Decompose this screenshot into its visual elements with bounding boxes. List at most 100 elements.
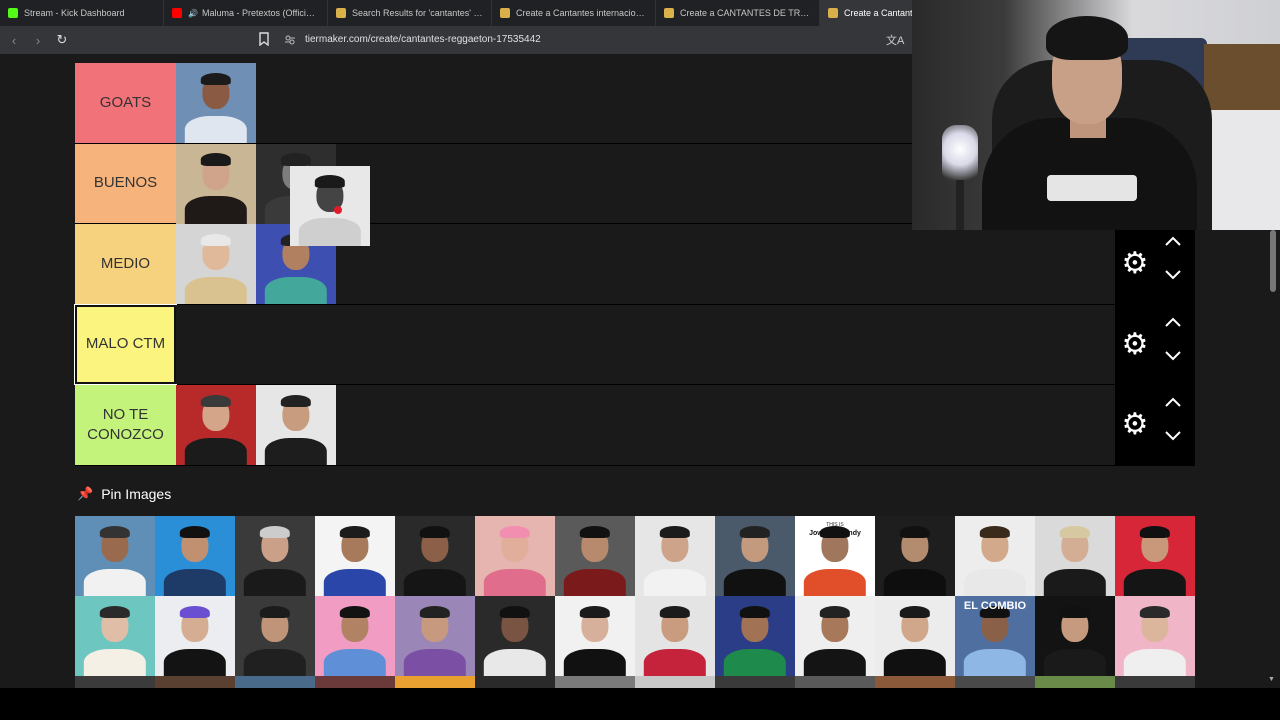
reload-icon[interactable]: ↻ bbox=[52, 30, 72, 50]
pin-image-thumb[interactable] bbox=[315, 596, 395, 676]
pin-image-thumb[interactable] bbox=[875, 516, 955, 596]
pin-image-thumb[interactable] bbox=[555, 516, 635, 596]
pin-image-thumb[interactable] bbox=[235, 596, 315, 676]
pin-image-thumb[interactable] bbox=[795, 676, 875, 688]
pin-image-thumb[interactable]: THIS IS Jowell & Randy bbox=[795, 516, 875, 596]
tier-controls: ⚙ bbox=[1115, 304, 1195, 384]
move-up-icon[interactable] bbox=[1161, 395, 1185, 415]
pin-images-title: Pin Images bbox=[101, 486, 172, 502]
move-up-icon[interactable] bbox=[1161, 315, 1185, 335]
thumb-caption: THIS IS bbox=[826, 522, 844, 528]
tier-label[interactable]: GOATS bbox=[75, 63, 176, 143]
forward-icon[interactable]: › bbox=[28, 30, 48, 50]
pin-image-thumb[interactable] bbox=[795, 596, 875, 676]
pin-image-thumb[interactable] bbox=[475, 516, 555, 596]
pin-image-thumb[interactable] bbox=[875, 596, 955, 676]
move-down-icon[interactable] bbox=[1161, 268, 1185, 288]
bookmark-icon[interactable] bbox=[258, 32, 272, 48]
tier-items[interactable] bbox=[176, 385, 1195, 465]
pin-image-thumb[interactable] bbox=[555, 676, 635, 688]
pin-image-thumb[interactable] bbox=[955, 516, 1035, 596]
artist-thumb[interactable] bbox=[176, 63, 256, 143]
pin-image-thumb[interactable] bbox=[315, 676, 395, 688]
pin-image-thumb[interactable] bbox=[555, 596, 635, 676]
pin-image-thumb[interactable] bbox=[635, 516, 715, 596]
pin-image-thumb[interactable] bbox=[475, 596, 555, 676]
gear-icon[interactable]: ⚙ bbox=[1119, 248, 1151, 280]
gear-icon[interactable]: ⚙ bbox=[1119, 409, 1151, 441]
browser-tab[interactable]: 🔊Maluma - Pretextos (Official Audi bbox=[164, 0, 328, 26]
tiermaker-icon bbox=[664, 8, 674, 18]
pin-image-thumb[interactable] bbox=[1035, 516, 1115, 596]
dragged-artist-thumb[interactable] bbox=[290, 165, 370, 246]
pin-image-thumb[interactable] bbox=[635, 596, 715, 676]
pin-image-thumb[interactable] bbox=[395, 596, 475, 676]
tier-label[interactable]: BUENOS bbox=[75, 143, 176, 223]
back-icon[interactable]: ‹ bbox=[4, 30, 24, 50]
tab-label: Create a CANTANTES DE TRAP Tier L bbox=[680, 8, 811, 18]
pin-image-thumb[interactable] bbox=[395, 516, 475, 596]
artist-thumb[interactable] bbox=[256, 385, 336, 465]
thumb-caption: EL COMBIO bbox=[963, 600, 1027, 612]
pin-image-thumb[interactable] bbox=[235, 516, 315, 596]
tiermaker-icon bbox=[336, 8, 346, 18]
pin-image-thumb[interactable] bbox=[955, 676, 1035, 688]
move-down-icon[interactable] bbox=[1161, 349, 1185, 369]
pin-image-thumb[interactable] bbox=[1115, 516, 1195, 596]
tier-label[interactable]: MEDIO bbox=[75, 224, 176, 304]
kick-icon bbox=[8, 8, 18, 18]
pin-image-thumb[interactable] bbox=[1035, 676, 1115, 688]
pin-image-thumb[interactable] bbox=[315, 516, 395, 596]
pin-image-thumb[interactable] bbox=[75, 676, 155, 688]
scroll-down-icon[interactable]: ▼ bbox=[1268, 676, 1275, 683]
pin-image-thumb[interactable] bbox=[75, 516, 155, 596]
browser-tab[interactable]: Create a Cantantes bbox=[820, 0, 912, 26]
pin-image-thumb[interactable] bbox=[715, 516, 795, 596]
tiermaker-icon bbox=[828, 8, 838, 18]
browser-tab[interactable]: Stream - Kick Dashboard bbox=[0, 0, 164, 26]
address-bar[interactable]: tiermaker.com/create/cantantes-reggaeton… bbox=[305, 34, 541, 45]
browser-tab[interactable]: Create a CANTANTES DE TRAP Tier L bbox=[656, 0, 820, 26]
translate-icon[interactable]: 文A bbox=[886, 32, 904, 48]
browser-toolbar: ‹ › ↻ tiermaker.com/create/cantantes-reg… bbox=[0, 26, 912, 54]
move-down-icon[interactable] bbox=[1161, 429, 1185, 449]
tab-label: Search Results for 'cantantes' - TierM bbox=[352, 8, 483, 18]
pin-image-thumb[interactable] bbox=[155, 516, 235, 596]
pin-image-thumb[interactable] bbox=[1115, 676, 1195, 688]
artist-thumb[interactable] bbox=[176, 385, 256, 465]
pin-image-thumb[interactable] bbox=[235, 676, 315, 688]
tab-label: Create a Cantantes internacionales Ti bbox=[516, 8, 647, 18]
pin-image-thumb[interactable] bbox=[715, 676, 795, 688]
youtube-icon bbox=[172, 8, 182, 18]
tier-label[interactable]: NO TE CONOZCO bbox=[75, 385, 176, 465]
browser-tab[interactable]: Create a Cantantes internacionales Ti bbox=[492, 0, 656, 26]
pin-image-thumb[interactable] bbox=[715, 596, 795, 676]
browser-tab-bar: Stream - Kick Dashboard 🔊 Maluma - Pretext… bbox=[0, 0, 912, 26]
site-info-icon[interactable] bbox=[284, 34, 296, 46]
pin-image-thumb[interactable] bbox=[155, 676, 235, 688]
pin-image-thumb[interactable] bbox=[1035, 596, 1115, 676]
tier-items[interactable] bbox=[176, 304, 1195, 384]
pin-image-thumb[interactable] bbox=[875, 676, 955, 688]
page-scrollbar[interactable] bbox=[1270, 230, 1276, 292]
gear-icon[interactable]: ⚙ bbox=[1119, 328, 1151, 361]
pin-image-thumb[interactable] bbox=[75, 596, 155, 676]
pin-image-thumb[interactable] bbox=[475, 676, 555, 688]
pin-images-heading: 📌 Pin Images bbox=[77, 486, 171, 502]
image-pool: THIS IS Jowell & Randy EL COMBIO bbox=[75, 516, 1195, 688]
tab-label: Create a Cantantes bbox=[844, 8, 912, 18]
artist-thumb[interactable] bbox=[176, 143, 256, 224]
pin-image-thumb[interactable]: EL COMBIO bbox=[955, 596, 1035, 676]
tier-label[interactable]: MALO CTM bbox=[74, 303, 177, 385]
browser-tab[interactable]: Search Results for 'cantantes' - TierM bbox=[328, 0, 492, 26]
artist-thumb[interactable] bbox=[176, 224, 256, 304]
cursor-icon bbox=[334, 205, 342, 214]
speaker-icon: 🔊 bbox=[188, 8, 198, 18]
pin-image-thumb[interactable] bbox=[635, 676, 715, 688]
pin-image-thumb[interactable] bbox=[1115, 596, 1195, 676]
move-up-icon[interactable] bbox=[1161, 234, 1185, 254]
pin-image-thumb[interactable] bbox=[155, 596, 235, 676]
pin-icon: 📌 bbox=[77, 486, 94, 501]
pin-image-thumb[interactable] bbox=[395, 676, 475, 688]
tier-row: MEDIO ⚙ bbox=[75, 224, 1195, 305]
